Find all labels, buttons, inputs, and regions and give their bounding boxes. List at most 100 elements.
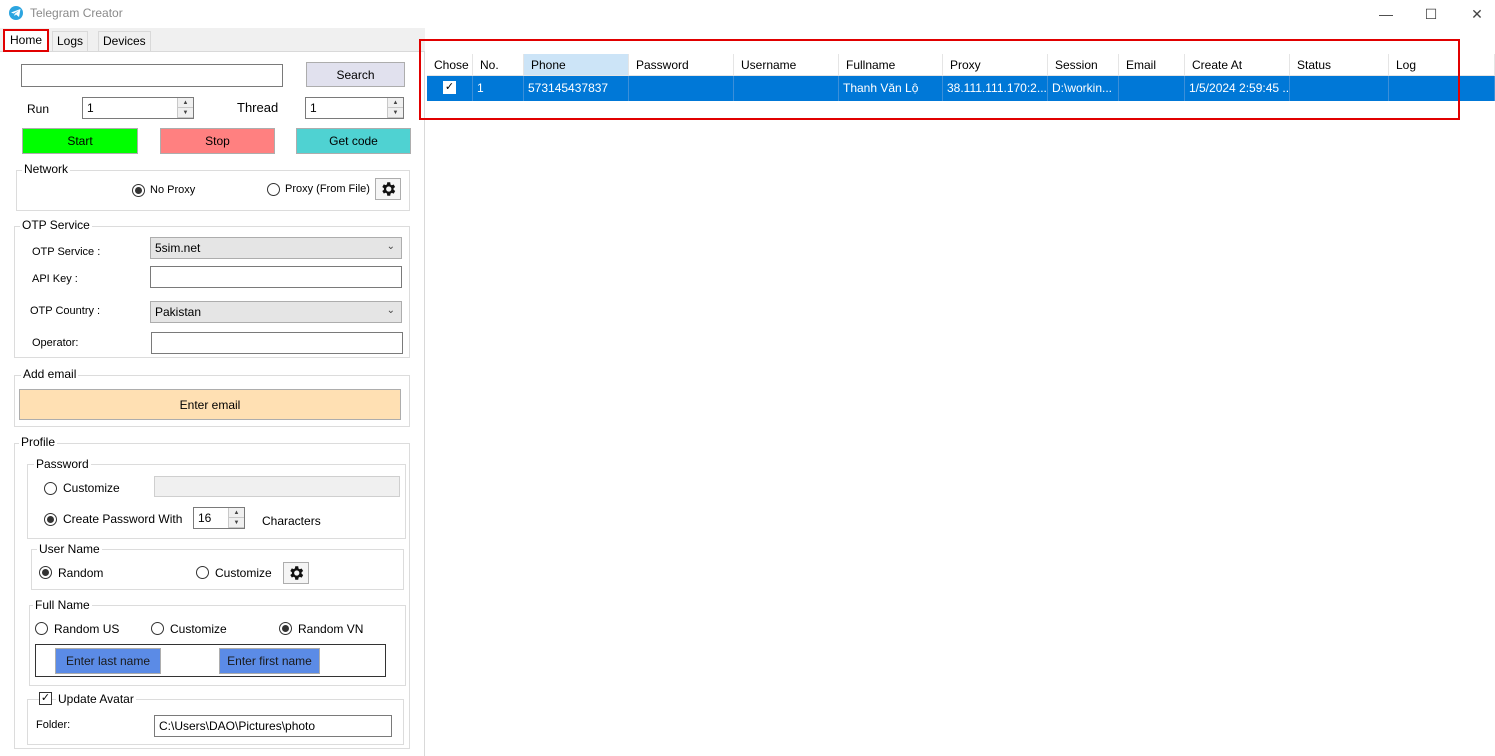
fullname-title: Full Name (33, 598, 92, 612)
column-header-status[interactable]: Status (1290, 54, 1389, 76)
password-customize-radio[interactable] (44, 482, 57, 495)
search-button[interactable]: Search (306, 62, 405, 87)
proxy-settings-button[interactable] (375, 178, 401, 200)
accounts-grid[interactable]: Chose No. Phone Password Username Fullna… (427, 52, 1495, 756)
gear-icon (290, 566, 304, 580)
operator-input[interactable] (151, 332, 403, 354)
enter-email-button[interactable]: Enter email (19, 389, 401, 420)
cell-email (1119, 76, 1185, 101)
tab-devices[interactable]: Devices (98, 31, 151, 51)
chevron-down-icon: ⌄ (386, 305, 395, 316)
run-label: Run (27, 102, 50, 116)
proxy-file-label: Proxy (From File) (285, 183, 370, 195)
operator-label: Operator: (32, 337, 79, 349)
otp-country-value: Pakistan (155, 305, 202, 319)
username-random-label: Random (58, 566, 104, 580)
fullname-random-vn-label: Random VN (298, 622, 364, 636)
spin-arrows-icon[interactable]: ▲ ▼ (177, 98, 193, 118)
cell-password (629, 76, 734, 101)
otp-country-select[interactable]: Pakistan ⌄ (150, 301, 402, 323)
enter-last-name-button[interactable]: Enter last name (55, 648, 161, 674)
close-button[interactable]: ✕ (1454, 0, 1495, 28)
proxy-file-radio[interactable] (267, 183, 280, 196)
enter-first-name-button[interactable]: Enter first name (219, 648, 320, 674)
api-key-label: API Key : (32, 273, 78, 285)
custom-password-input[interactable] (154, 476, 400, 497)
column-header-proxy[interactable]: Proxy (943, 54, 1048, 76)
cell-status (1290, 76, 1389, 101)
column-header-phone[interactable]: Phone (524, 54, 629, 76)
stop-button[interactable]: Stop (160, 128, 275, 154)
title-bar (0, 0, 1495, 28)
username-random-radio[interactable] (39, 566, 52, 579)
get-code-button[interactable]: Get code (296, 128, 411, 154)
column-header-chose[interactable]: Chose (427, 54, 473, 76)
window-title: Telegram Creator (30, 6, 123, 20)
create-password-label: Create Password With (63, 512, 183, 526)
cell-no: 1 (473, 76, 524, 101)
cell-create-at: 1/5/2024 2:59:45 ... (1185, 76, 1290, 101)
gear-icon (382, 182, 396, 196)
cell-username (734, 76, 839, 101)
no-proxy-radio[interactable] (132, 184, 145, 197)
minimize-button[interactable]: — (1363, 0, 1409, 28)
column-header-password[interactable]: Password (629, 54, 734, 76)
thread-value: 1 (310, 101, 317, 115)
column-header-no[interactable]: No. (473, 54, 524, 76)
username-title: User Name (37, 542, 102, 556)
cell-chose[interactable]: ✓ (427, 76, 473, 101)
cell-proxy: 38.111.111.170:2... (943, 76, 1048, 101)
characters-label: Characters (262, 514, 321, 528)
run-stepper[interactable]: 1 ▲ ▼ (82, 97, 194, 119)
column-header-email[interactable]: Email (1119, 54, 1185, 76)
network-title: Network (22, 162, 71, 176)
table-row[interactable]: ✓ 1 573145437837 Thanh Văn Lộ 38.111.111… (427, 76, 1495, 101)
column-header-fullname[interactable]: Fullname (839, 54, 943, 76)
column-header-log[interactable]: Log (1389, 54, 1495, 76)
thread-label: Thread (237, 100, 279, 115)
column-header-create-at[interactable]: Create At (1185, 54, 1290, 76)
search-input[interactable] (21, 64, 283, 87)
otp-title: OTP Service (20, 218, 92, 232)
run-value: 1 (87, 101, 94, 115)
folder-input[interactable] (154, 715, 392, 737)
spin-arrows-icon[interactable]: ▲ ▼ (228, 508, 244, 528)
chevron-down-icon: ⌄ (386, 241, 395, 252)
tab-home[interactable]: Home (3, 29, 50, 52)
fullname-random-vn-radio[interactable] (279, 622, 292, 635)
cell-session: D:\workin... (1048, 76, 1119, 101)
email-title: Add email (21, 367, 79, 381)
fullname-customize-radio[interactable] (151, 622, 164, 635)
thread-stepper[interactable]: 1 ▲ ▼ (305, 97, 404, 119)
column-header-username[interactable]: Username (734, 54, 839, 76)
row-checkbox[interactable]: ✓ (443, 81, 456, 94)
otp-service-label: OTP Service : (32, 246, 101, 258)
column-header-session[interactable]: Session (1048, 54, 1119, 76)
no-proxy-label: No Proxy (150, 184, 196, 196)
cell-phone: 573145437837 (524, 76, 629, 101)
telegram-icon (9, 6, 23, 20)
username-settings-button[interactable] (283, 562, 309, 584)
api-key-input[interactable] (150, 266, 402, 288)
profile-title: Profile (19, 435, 58, 449)
update-avatar-checkbox[interactable]: ✓ (39, 692, 52, 705)
start-button[interactable]: Start (22, 128, 138, 154)
password-length-value: 16 (198, 511, 212, 525)
otp-service-select[interactable]: 5sim.net ⌄ (150, 237, 402, 259)
folder-label: Folder: (36, 719, 71, 731)
username-customize-label: Customize (215, 566, 272, 580)
maximize-button[interactable]: ☐ (1408, 0, 1454, 28)
grid-header: Chose No. Phone Password Username Fullna… (427, 54, 1495, 76)
username-customize-radio[interactable] (196, 566, 209, 579)
fullname-random-us-radio[interactable] (35, 622, 48, 635)
fullname-random-us-label: Random US (54, 622, 120, 636)
spin-arrows-icon[interactable]: ▲ ▼ (387, 98, 403, 118)
password-length-stepper[interactable]: 16 ▲ ▼ (193, 507, 245, 529)
create-password-radio[interactable] (44, 513, 57, 526)
cell-log (1389, 76, 1495, 101)
password-title: Password (34, 457, 91, 471)
otp-service-value: 5sim.net (155, 241, 201, 255)
update-avatar-label: Update Avatar (56, 692, 136, 706)
fullname-customize-label: Customize (170, 622, 227, 636)
tab-logs[interactable]: Logs (52, 31, 89, 51)
